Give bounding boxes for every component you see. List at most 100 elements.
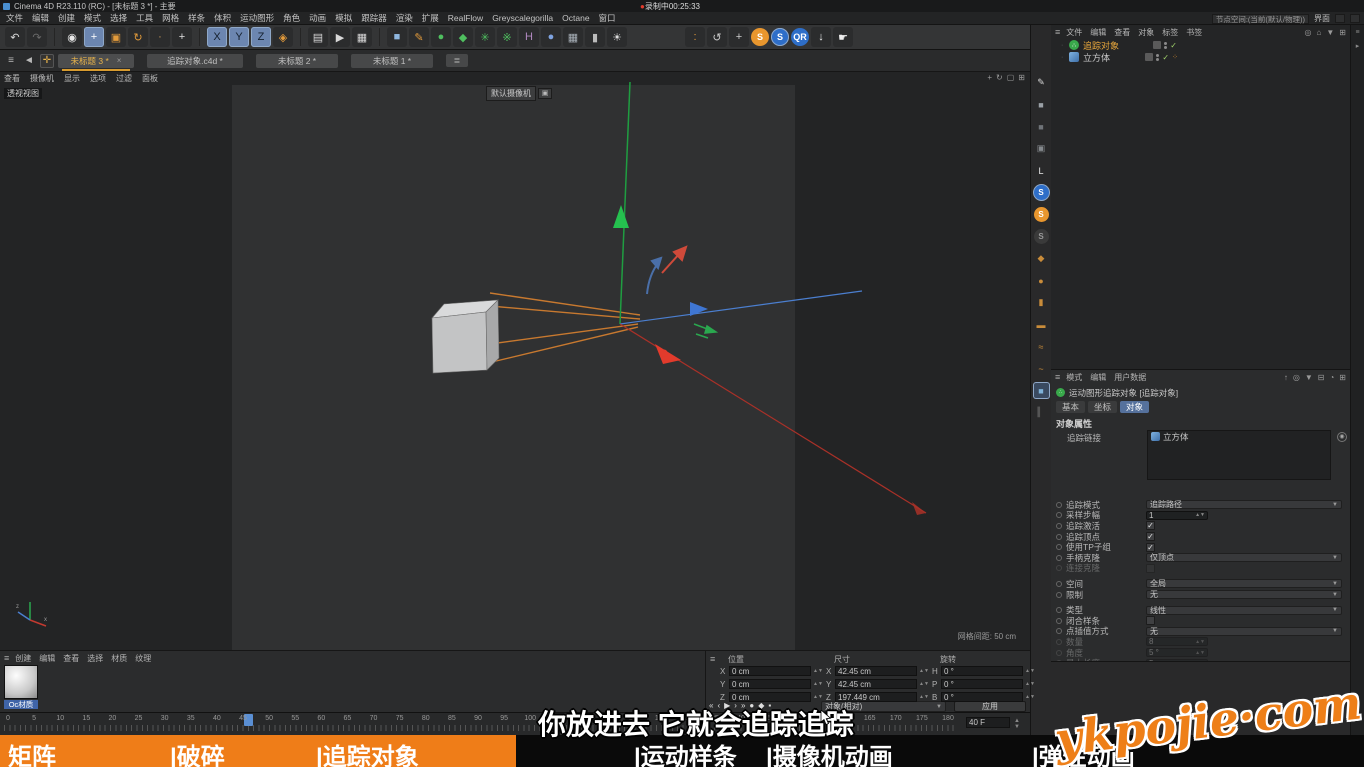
maximize-icon[interactable]: ⊞: [1018, 73, 1025, 82]
keyframe-dot-icon[interactable]: [1056, 660, 1062, 661]
blue-cube-icon[interactable]: ■: [1034, 383, 1049, 398]
pin-icon[interactable]: ◄: [22, 54, 36, 68]
mesh-cube-icon[interactable]: ■: [1034, 97, 1049, 112]
trace-link-list[interactable]: 立方体: [1147, 430, 1331, 480]
curve-icon[interactable]: ~: [1034, 361, 1049, 376]
document-tab-3[interactable]: 未标题 2 *: [256, 54, 338, 68]
attr-spinner[interactable]: 8▲▼: [1146, 637, 1208, 646]
menu-item-13[interactable]: 模拟: [335, 12, 352, 24]
spline-tool-icon[interactable]: H: [519, 27, 539, 47]
trace-link-entry[interactable]: 立方体: [1148, 431, 1330, 442]
expand-tab-icon[interactable]: ▸: [1356, 42, 1360, 50]
mat-menu-1[interactable]: 创建: [15, 653, 31, 664]
move-tool-icon[interactable]: +: [84, 27, 104, 47]
layers-tab-icon[interactable]: ≡: [1355, 29, 1359, 36]
coord-input[interactable]: 0 cm: [729, 679, 811, 689]
node-space-dropdown[interactable]: 节点空间:(当前(默认/物理)): [1212, 14, 1309, 24]
object-name[interactable]: 立方体: [1083, 51, 1110, 64]
lock-icon[interactable]: ⊟: [1318, 373, 1325, 382]
spinner-arrows-icon[interactable]: ▲▼: [813, 682, 823, 686]
spinner-arrows-icon[interactable]: ▲▼: [1195, 651, 1205, 655]
coord-input[interactable]: 0 cm: [729, 692, 811, 702]
path-icon[interactable]: ⌂: [1317, 28, 1322, 37]
om-menu-1[interactable]: 文件: [1066, 27, 1082, 38]
history-icon[interactable]: ◔: [1329, 373, 1334, 382]
menu-item-15[interactable]: 渲染: [396, 12, 413, 24]
attr-dropdown[interactable]: 全局▼: [1146, 579, 1342, 588]
light-icon[interactable]: ☀: [607, 27, 627, 47]
render-settings-icon[interactable]: ▦: [352, 27, 372, 47]
viewport-menu-5[interactable]: 过滤: [116, 73, 132, 84]
orbit-icon[interactable]: ↻: [996, 73, 1003, 82]
spinner-arrows-icon[interactable]: ▲▼: [813, 669, 823, 673]
mat-menu-4[interactable]: 选择: [87, 653, 103, 664]
render-picture-viewer-icon[interactable]: ▶: [330, 27, 350, 47]
sketch-orange-icon[interactable]: S: [1034, 207, 1049, 222]
apply-button[interactable]: 应用: [954, 701, 1026, 712]
download-icon[interactable]: ↓: [811, 27, 831, 47]
camera-icon[interactable]: ▣: [538, 88, 552, 99]
spinner-arrows-icon[interactable]: ▲▼: [919, 682, 929, 686]
document-tab-2[interactable]: 追踪对象.c4d *: [147, 54, 243, 68]
attr-spinner[interactable]: 5 cm▲▼: [1146, 659, 1208, 661]
spinner-arrows-icon[interactable]: ▲▼: [1025, 695, 1035, 699]
enabled-check-icon[interactable]: ✓: [1170, 41, 1177, 50]
generator-icon[interactable]: ●: [431, 27, 451, 47]
visibility-dots-icon[interactable]: [1164, 42, 1167, 49]
spinner-arrows-icon[interactable]: ▲▼: [1195, 513, 1205, 517]
target-icon[interactable]: ✛: [40, 54, 54, 68]
spinner-arrows-icon[interactable]: ▲▼: [1195, 640, 1205, 644]
browser-icon[interactable]: ⊞: [1339, 28, 1346, 37]
om-menu-3[interactable]: 查看: [1114, 27, 1130, 38]
instance-icon[interactable]: ◆: [453, 27, 473, 47]
new-panel-icon[interactable]: ⊞: [1339, 373, 1346, 382]
sketch-orange-icon[interactable]: S: [751, 28, 769, 46]
layer-tag-icon[interactable]: [1145, 53, 1153, 61]
timeline[interactable]: 0510152025303540455055606570758085909510…: [0, 712, 1030, 735]
viewport-menu-2[interactable]: 摄像机: [30, 73, 54, 84]
om-menu-2[interactable]: 编辑: [1090, 27, 1106, 38]
volume-icon[interactable]: ✳: [475, 27, 495, 47]
keyframe-dot-icon[interactable]: [1056, 607, 1062, 613]
attribute-tab-坐标[interactable]: 坐标: [1088, 401, 1117, 413]
sketch-dark-icon[interactable]: S: [1034, 229, 1049, 244]
keyframe-dot-icon[interactable]: [1056, 618, 1062, 624]
slot-icon[interactable]: ▍: [1034, 405, 1049, 420]
cube-primitive-icon[interactable]: ■: [387, 27, 407, 47]
panel-menu-icon[interactable]: ≡: [1055, 372, 1060, 382]
coord-input[interactable]: 0 °: [941, 692, 1023, 702]
wave-icon[interactable]: ≈: [1034, 339, 1049, 354]
menu-item-2[interactable]: 编辑: [32, 12, 49, 24]
scale-tool-icon[interactable]: ▣: [106, 27, 126, 47]
coord-input[interactable]: 197.449 cm: [835, 692, 917, 702]
fields-icon[interactable]: ※: [497, 27, 517, 47]
mograph-tag-icon[interactable]: ⁘: [1172, 53, 1177, 61]
menu-item-7[interactable]: 网格: [162, 12, 179, 24]
render-view-icon[interactable]: ▤: [308, 27, 328, 47]
document-tab-4[interactable]: 未标题 1 *: [351, 54, 433, 68]
viewport-menu-1[interactable]: 查看: [4, 73, 20, 84]
material-thumbnail[interactable]: [4, 665, 38, 699]
keyframe-dot-icon[interactable]: [1056, 502, 1062, 508]
last-used-tool-icon[interactable]: ·: [150, 27, 170, 47]
search-icon[interactable]: ◎: [1293, 373, 1300, 382]
keyframe-dot-icon[interactable]: [1056, 523, 1062, 529]
keyframe-dot-icon[interactable]: [1056, 628, 1062, 634]
keyframe-dot-icon[interactable]: [1056, 544, 1062, 550]
perspective-viewport[interactable]: 查看摄像机显示选项过滤面板 +↻▢⊞ 透视视图 默认摄像机 ▣ 网格间距: 50…: [0, 72, 1030, 650]
wire-cube-icon[interactable]: ▣: [1034, 141, 1049, 156]
end-frame-field[interactable]: 40 F: [966, 717, 1010, 728]
attr-dropdown[interactable]: 无▼: [1146, 590, 1342, 599]
am-menu-3[interactable]: 用户数据: [1114, 372, 1146, 383]
material-name[interactable]: Oc材质: [4, 700, 38, 709]
om-menu-6[interactable]: 书签: [1186, 27, 1202, 38]
attr-checkbox[interactable]: [1146, 616, 1155, 625]
poly-cube-icon[interactable]: ■: [1034, 119, 1049, 134]
menu-item-5[interactable]: 选择: [110, 12, 127, 24]
panel-menu-icon[interactable]: ≡: [1055, 27, 1060, 37]
om-menu-4[interactable]: 对象: [1138, 27, 1154, 38]
filter-icon[interactable]: ▼: [1326, 28, 1334, 37]
attr-dropdown[interactable]: 无▼: [1146, 627, 1342, 636]
menu-item-16[interactable]: 扩展: [422, 12, 439, 24]
simulate-icon[interactable]: ▦: [563, 27, 583, 47]
